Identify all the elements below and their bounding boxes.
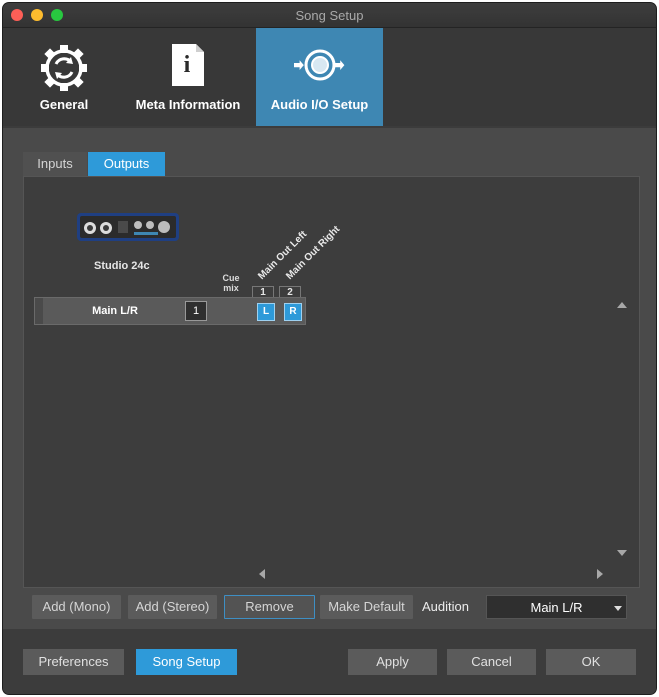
- cancel-button[interactable]: Cancel: [447, 649, 536, 675]
- ok-button[interactable]: OK: [546, 649, 636, 675]
- footer-bar: Preferences Song Setup Apply Cancel OK: [3, 629, 656, 694]
- scroll-down-arrow-icon[interactable]: [617, 550, 627, 556]
- category-general-label: General: [39, 97, 89, 112]
- scroll-right-arrow-icon[interactable]: [597, 569, 603, 579]
- route-left-button[interactable]: L: [257, 303, 275, 321]
- add-stereo-button[interactable]: Add (Stereo): [128, 595, 217, 619]
- route-right-button[interactable]: R: [284, 303, 302, 321]
- cue-mix-box[interactable]: 1: [185, 301, 207, 321]
- make-default-button[interactable]: Make Default: [320, 595, 413, 619]
- category-general[interactable]: General: [18, 28, 110, 126]
- output-name[interactable]: Main L/R: [55, 298, 175, 324]
- tab-inputs[interactable]: Inputs: [23, 152, 87, 176]
- remove-button[interactable]: Remove: [224, 595, 315, 619]
- scroll-left-arrow-icon[interactable]: [259, 569, 265, 579]
- gear-icon: [41, 45, 87, 91]
- category-meta-information-label: Meta Information: [135, 97, 241, 112]
- tab-outputs[interactable]: Outputs: [88, 152, 165, 176]
- category-audio-io-setup-label: Audio I/O Setup: [270, 97, 369, 112]
- category-bar: General i Meta Information Audio I/O Set…: [3, 28, 656, 126]
- row-drag-handle[interactable]: [35, 298, 43, 324]
- output-row-main-lr[interactable]: Main L/R 1 L R: [34, 297, 306, 325]
- scroll-up-arrow-icon[interactable]: [617, 302, 627, 308]
- category-audio-io-setup[interactable]: Audio I/O Setup: [256, 28, 383, 126]
- cue-mix-label: Cue mix: [222, 273, 240, 293]
- audition-select[interactable]: Main L/R: [486, 595, 627, 619]
- audio-io-content: Inputs Outputs Studio 24c Cue mix Main O…: [3, 128, 656, 629]
- song-setup-button[interactable]: Song Setup: [136, 649, 237, 675]
- speaker-icon: [293, 49, 344, 81]
- add-mono-button[interactable]: Add (Mono): [32, 595, 121, 619]
- device-name: Studio 24c: [94, 260, 150, 272]
- window-title: Song Setup: [295, 8, 364, 23]
- title-bar: Song Setup: [3, 3, 656, 28]
- preferences-button[interactable]: Preferences: [23, 649, 124, 675]
- song-setup-window: Song Setup General i Meta Information Au…: [3, 3, 656, 694]
- chevron-down-icon: [614, 606, 622, 611]
- audio-interface-image: [77, 213, 179, 241]
- routing-panel: Studio 24c Cue mix Main Out Left Main Ou…: [23, 176, 640, 588]
- info-document-icon: i: [172, 44, 204, 86]
- apply-button[interactable]: Apply: [348, 649, 437, 675]
- svg-text:i: i: [184, 52, 191, 78]
- category-meta-information[interactable]: i Meta Information: [125, 28, 251, 126]
- audition-value: Main L/R: [530, 600, 583, 615]
- audition-label: Audition: [422, 599, 469, 614]
